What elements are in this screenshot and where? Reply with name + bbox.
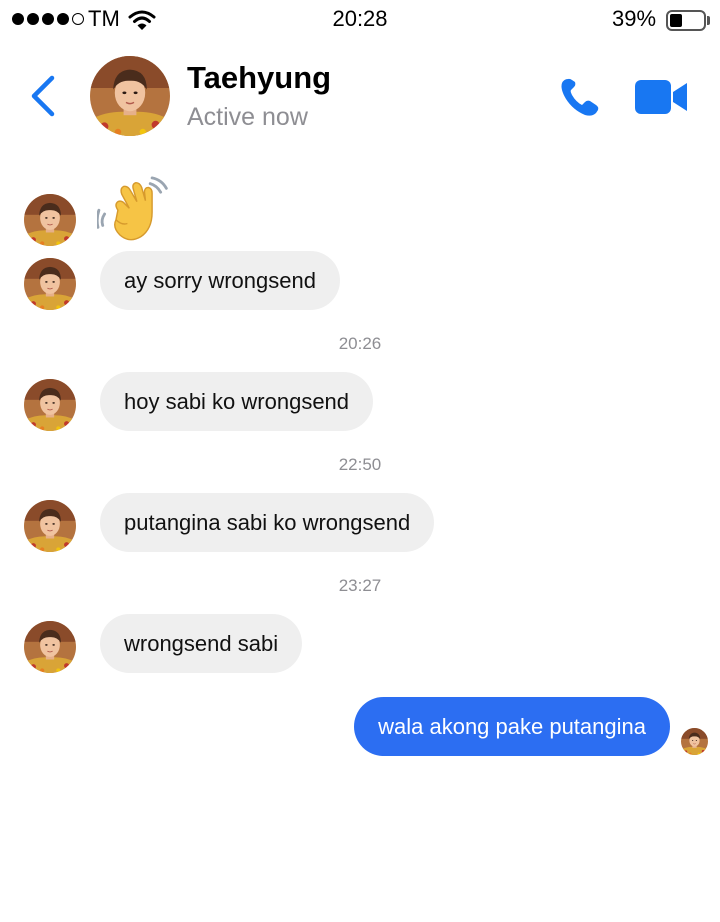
presence-status: Active now — [187, 103, 308, 131]
incoming-message-bubble[interactable]: hoy sabi ko wrongsend — [100, 372, 374, 431]
message-timestamp: 20:26 — [338, 334, 382, 353]
battery-cap — [707, 16, 710, 25]
sender-avatar — [24, 500, 76, 552]
contact-avatar[interactable] — [90, 56, 170, 136]
status-bar: TM 20:28 39% — [0, 0, 720, 40]
incoming-message-bubble[interactable]: putangina sabi ko wrongsend — [100, 493, 435, 552]
message-timestamp: 22:50 — [338, 455, 382, 474]
seen-receipt-avatar — [681, 728, 708, 755]
message-timestamp: 23:27 — [338, 576, 382, 595]
battery-icon — [666, 10, 706, 31]
phone-icon[interactable] — [558, 75, 602, 119]
sender-avatar — [24, 258, 76, 310]
contact-name[interactable]: Taehyung — [187, 60, 331, 96]
incoming-message-bubble[interactable]: wrongsend sabi — [100, 614, 303, 673]
waving-hand-emoji[interactable] — [97, 176, 173, 252]
video-camera-icon[interactable] — [633, 77, 689, 117]
sender-avatar — [24, 379, 76, 431]
sender-avatar — [24, 194, 76, 246]
sender-avatar — [24, 621, 76, 673]
battery-percentage: 39% — [612, 6, 657, 31]
outgoing-message-bubble[interactable]: wala akong pake putangina — [354, 697, 670, 756]
incoming-message-bubble[interactable]: ay sorry wrongsend — [100, 251, 340, 310]
back-button[interactable] — [28, 74, 58, 118]
